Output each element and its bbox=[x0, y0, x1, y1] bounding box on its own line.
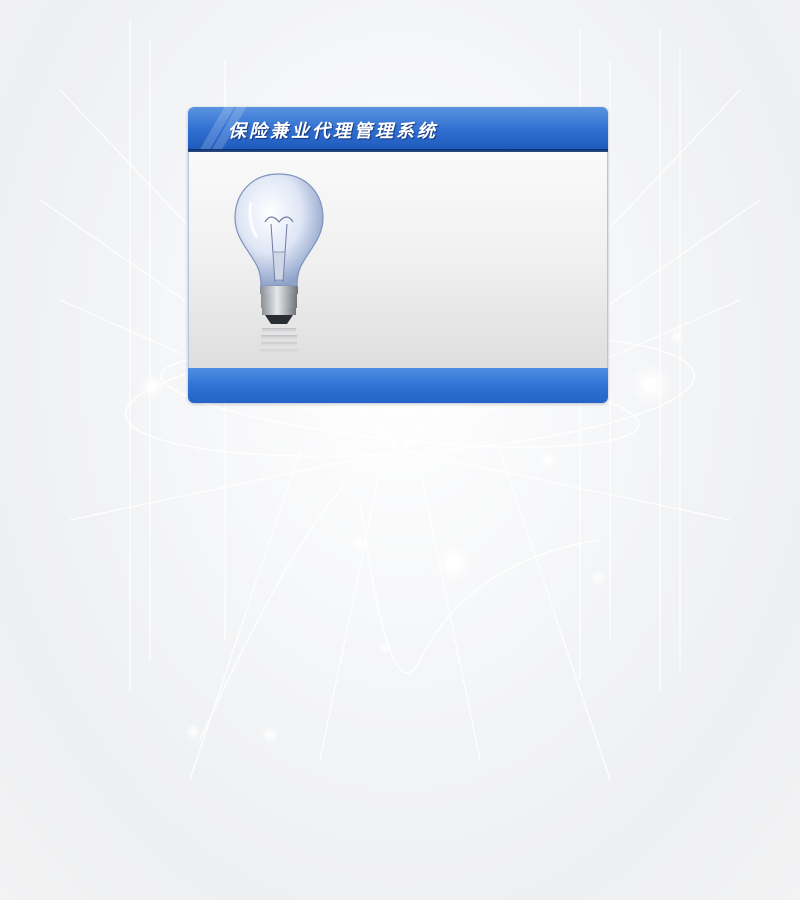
login-page: { "app": { "title": "保险兼业代理管理系统" }, "col… bbox=[0, 0, 800, 900]
system-title: 保险兼业代理管理系统 bbox=[228, 121, 438, 142]
login-panel: 保险兼业代理管理系统 bbox=[188, 107, 608, 403]
panel-header: 保险兼业代理管理系统 bbox=[188, 107, 608, 149]
light-bulb-icon bbox=[234, 173, 324, 355]
panel-footer bbox=[188, 368, 608, 403]
panel-body bbox=[188, 152, 608, 368]
